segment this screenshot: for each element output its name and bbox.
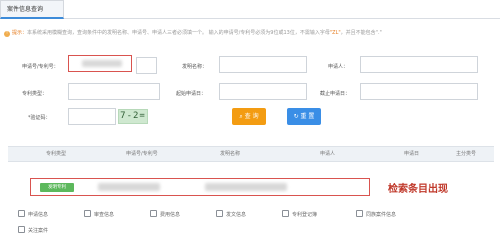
action-exam-info[interactable]: 审查信息 <box>84 209 114 221</box>
reset-icon: ↻ <box>293 113 301 120</box>
column-header: 申请日 <box>404 151 420 157</box>
result-app-no-redacted <box>98 183 160 191</box>
action-register[interactable]: 专利登记簿 <box>282 209 317 221</box>
app-no-value-redacted <box>82 60 122 67</box>
document-icon <box>18 210 25 217</box>
action-bar: 申请信息 审查信息 费用信息 发文信息 专利登记簿 同族案件信息 关注案件 <box>10 209 490 234</box>
invention-name-label: 发明名称： <box>182 64 208 70</box>
warning-icon: ! <box>4 31 10 37</box>
result-name-redacted <box>205 183 287 191</box>
start-date-input[interactable] <box>219 83 307 100</box>
invention-name-input[interactable] <box>219 56 307 73</box>
patent-type-badge: 发明专利 <box>40 183 74 192</box>
column-header: 主分类号 <box>456 151 477 157</box>
family-icon <box>356 210 363 217</box>
notice-text: 本系统采用模糊查询，查询条件中的发明名称、申请号、申请人三者必须填一个。 输入的… <box>27 30 330 36</box>
tab-bar <box>0 0 500 19</box>
action-dispatch-info[interactable]: 发文信息 <box>216 209 246 221</box>
star-icon <box>18 226 25 233</box>
patent-type-label: 专利类型： <box>22 91 48 97</box>
column-header: 申请号/专利号 <box>126 151 158 157</box>
reset-button[interactable]: ↻ 重 置 <box>287 108 321 125</box>
notice-highlight: "ZL" <box>329 30 341 36</box>
captcha-label: *验证码： <box>28 115 51 121</box>
column-header: 申请人 <box>320 151 336 157</box>
tab-case-query[interactable]: 案件信息查询 <box>0 0 64 19</box>
mail-icon <box>216 210 223 217</box>
result-row[interactable] <box>30 178 370 196</box>
app-no-extra-input[interactable] <box>136 57 157 74</box>
column-header: 发明名称 <box>220 151 241 157</box>
captcha-input[interactable] <box>68 108 116 125</box>
action-follow-case[interactable]: 关注案件 <box>18 225 48 237</box>
reset-button-label: 重 置 <box>300 113 315 120</box>
results-table-header: 专利类型 申请号/专利号 发明名称 申请人 申请日 主分类号 <box>8 146 494 162</box>
action-app-info[interactable]: 申请信息 <box>18 209 48 221</box>
action-fee-info[interactable]: 费用信息 <box>150 209 180 221</box>
action-family-info[interactable]: 同族案件信息 <box>356 209 396 221</box>
applicant-label: 申请人： <box>328 64 349 70</box>
column-header: 专利类型 <box>46 151 67 157</box>
end-date-input[interactable] <box>360 83 478 100</box>
search-button[interactable]: ⌕ 查 询 <box>232 108 266 125</box>
applicant-input[interactable] <box>360 56 478 73</box>
clipboard-icon <box>84 210 91 217</box>
patent-type-select[interactable] <box>68 83 160 100</box>
search-button-label: 查 询 <box>244 113 259 120</box>
start-date-label: 起始申请日： <box>176 91 207 97</box>
annotation-text: 检索条目出现 <box>388 184 448 195</box>
captcha-image[interactable]: 7-2= <box>118 109 148 124</box>
receipt-icon <box>150 210 157 217</box>
notice-bar: ! 提示：本系统采用模糊查询，查询条件中的发明名称、申请号、申请人三者必须填一个。… <box>4 29 494 39</box>
notice-label: 提示： <box>12 30 28 36</box>
book-icon <box>282 210 289 217</box>
notice-text-tail: ，并且不能包含"." <box>340 30 382 36</box>
end-date-label: 截止申请日： <box>320 91 351 97</box>
app-no-label: 申请号/专利号： <box>22 64 59 70</box>
